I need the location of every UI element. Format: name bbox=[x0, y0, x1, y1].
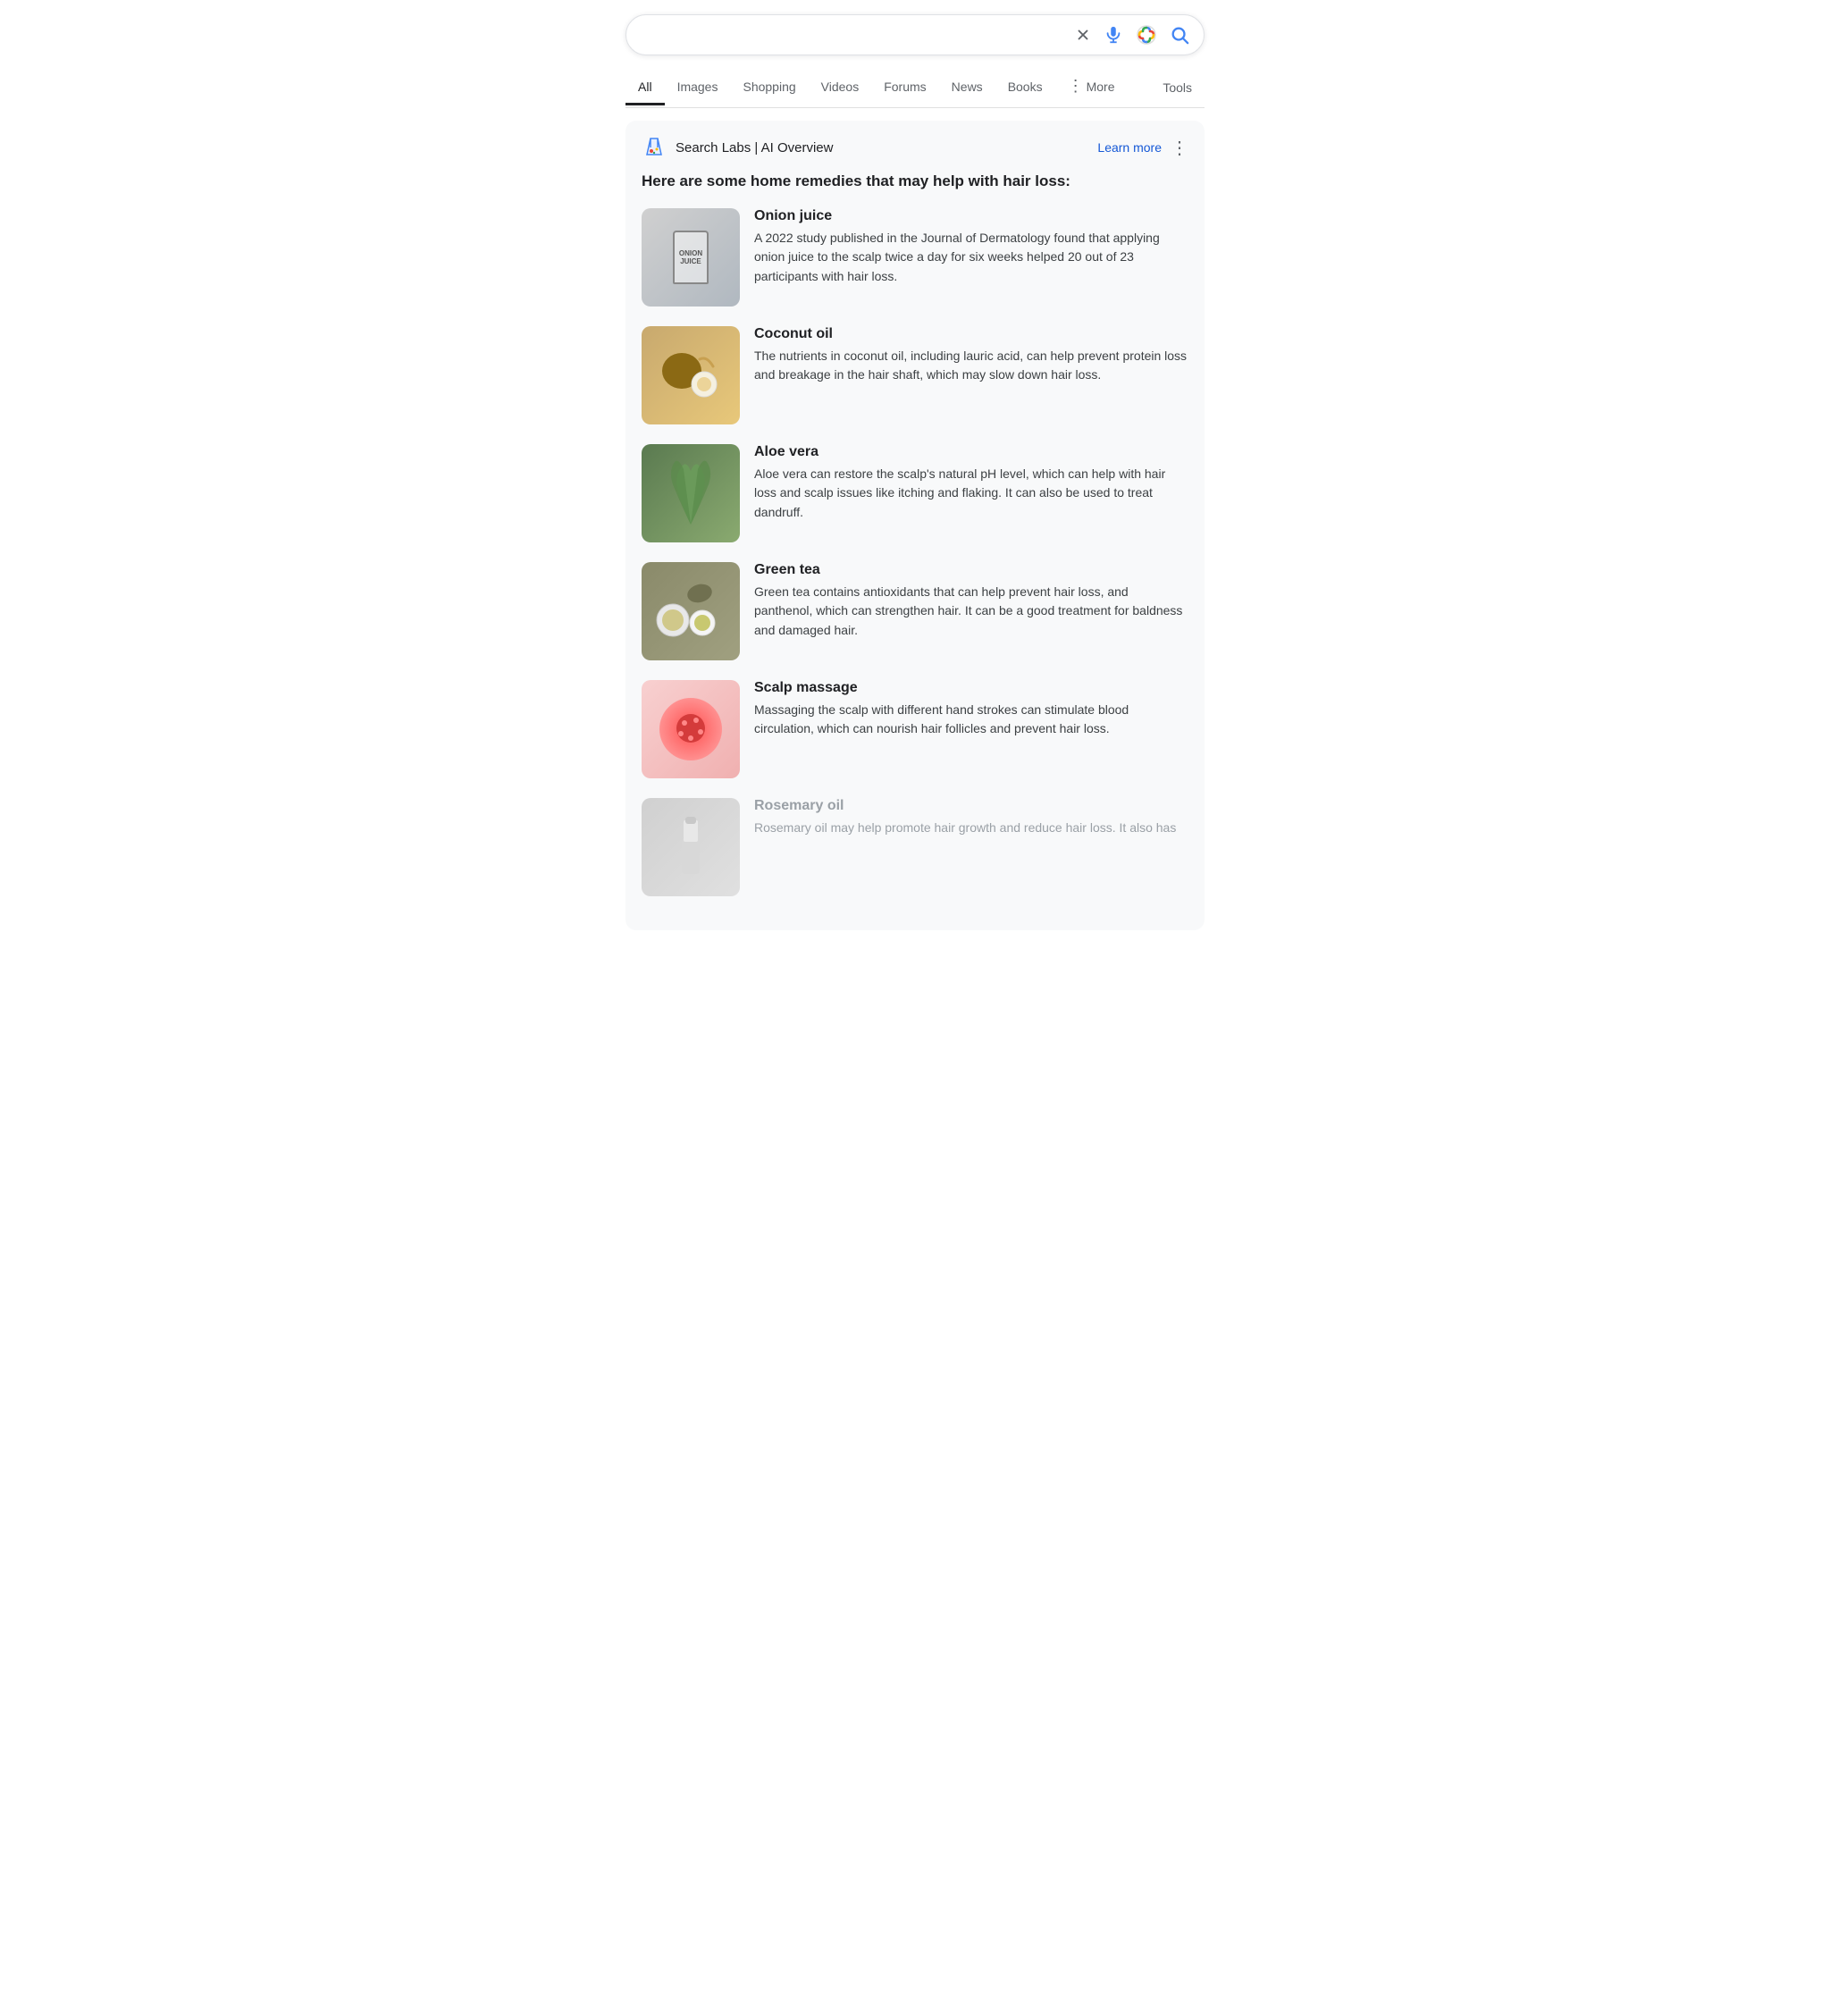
coconut-oil-desc: The nutrients in coconut oil, including … bbox=[754, 347, 1188, 385]
more-dots-icon: ⋮ bbox=[1068, 77, 1084, 96]
nav-tabs: All Images Shopping Videos Forums News B… bbox=[625, 68, 1205, 108]
search-icon bbox=[1170, 25, 1189, 45]
aloe-vera-desc: Aloe vera can restore the scalp's natura… bbox=[754, 465, 1188, 523]
ai-learn-more[interactable]: Learn more ⋮ bbox=[1097, 137, 1188, 159]
rosemary-oil-title: Rosemary oil bbox=[754, 798, 1176, 814]
coconut-oil-title: Coconut oil bbox=[754, 326, 1188, 342]
close-icon bbox=[1075, 27, 1091, 43]
onion-juice-desc: A 2022 study published in the Journal of… bbox=[754, 229, 1188, 287]
scalp-massage-title: Scalp massage bbox=[754, 680, 1188, 696]
tab-images[interactable]: Images bbox=[665, 71, 731, 105]
rosemary-oil-desc: Rosemary oil may help promote hair growt… bbox=[754, 819, 1176, 838]
ai-title: Search Labs | AI Overview bbox=[676, 140, 833, 155]
tab-all[interactable]: All bbox=[625, 71, 665, 105]
tab-videos[interactable]: Videos bbox=[809, 71, 872, 105]
remedy-list: ONIONJUICE Onion juice A 2022 study publ… bbox=[642, 208, 1188, 896]
remedy-rosemary-oil: Rosemary oil Rosemary oil may help promo… bbox=[642, 798, 1188, 896]
rosemary-icon bbox=[664, 811, 718, 883]
ai-header-left: Search Labs | AI Overview bbox=[642, 135, 833, 160]
ai-header: Search Labs | AI Overview Learn more ⋮ bbox=[642, 135, 1188, 160]
google-lens-icon bbox=[1136, 24, 1157, 46]
remedy-aloe-image bbox=[642, 444, 740, 542]
remedy-scalp-image bbox=[642, 680, 740, 778]
lens-search-button[interactable] bbox=[1136, 24, 1157, 46]
aloe-vera-title: Aloe vera bbox=[754, 444, 1188, 460]
search-bar: home remedies for hair loss bbox=[625, 14, 1205, 55]
learn-more-text: Learn more bbox=[1097, 140, 1162, 155]
tab-books[interactable]: Books bbox=[995, 71, 1055, 105]
remedy-rosemary-image bbox=[642, 798, 740, 896]
tab-more[interactable]: ⋮ More bbox=[1055, 68, 1128, 107]
onion-bottle-label: ONIONJUICE bbox=[673, 231, 709, 284]
remedy-aloe-vera: Aloe vera Aloe vera can restore the scal… bbox=[642, 444, 1188, 542]
ai-intro-text: Here are some home remedies that may hel… bbox=[642, 171, 1188, 192]
aloe-icon bbox=[655, 453, 726, 533]
microphone-icon bbox=[1104, 25, 1123, 45]
scalp-massage-desc: Massaging the scalp with different hand … bbox=[754, 701, 1188, 739]
flask-icon bbox=[642, 135, 667, 160]
scalp-massager-icon bbox=[659, 698, 722, 760]
ai-overview-section: Search Labs | AI Overview Learn more ⋮ H… bbox=[625, 121, 1205, 930]
search-input[interactable]: home remedies for hair loss bbox=[641, 26, 1066, 44]
green-tea-title: Green tea bbox=[754, 562, 1188, 578]
tab-tools[interactable]: Tools bbox=[1150, 71, 1205, 104]
remedy-onion-image: ONIONJUICE bbox=[642, 208, 740, 307]
remedy-green-tea: Green tea Green tea contains antioxidant… bbox=[642, 562, 1188, 660]
onion-juice-title: Onion juice bbox=[754, 208, 1188, 224]
remedy-coconut-oil: Coconut oil The nutrients in coconut oil… bbox=[642, 326, 1188, 424]
clear-button[interactable] bbox=[1075, 27, 1091, 43]
massager-svg bbox=[671, 709, 711, 749]
remedy-greentea-image bbox=[642, 562, 740, 660]
search-icons bbox=[1075, 24, 1189, 46]
green-tea-desc: Green tea contains antioxidants that can… bbox=[754, 583, 1188, 641]
remedy-onion-juice: ONIONJUICE Onion juice A 2022 study publ… bbox=[642, 208, 1188, 307]
greentea-icon bbox=[651, 571, 731, 651]
tab-news[interactable]: News bbox=[939, 71, 995, 105]
remedy-coconut-image bbox=[642, 326, 740, 424]
coconut-icon bbox=[655, 340, 726, 411]
tab-forums[interactable]: Forums bbox=[871, 71, 938, 105]
remedy-scalp-massage: Scalp massage Massaging the scalp with d… bbox=[642, 680, 1188, 778]
more-options-icon: ⋮ bbox=[1171, 137, 1188, 159]
search-button[interactable] bbox=[1170, 25, 1189, 45]
tab-shopping[interactable]: Shopping bbox=[730, 71, 808, 105]
voice-search-button[interactable] bbox=[1104, 25, 1123, 45]
